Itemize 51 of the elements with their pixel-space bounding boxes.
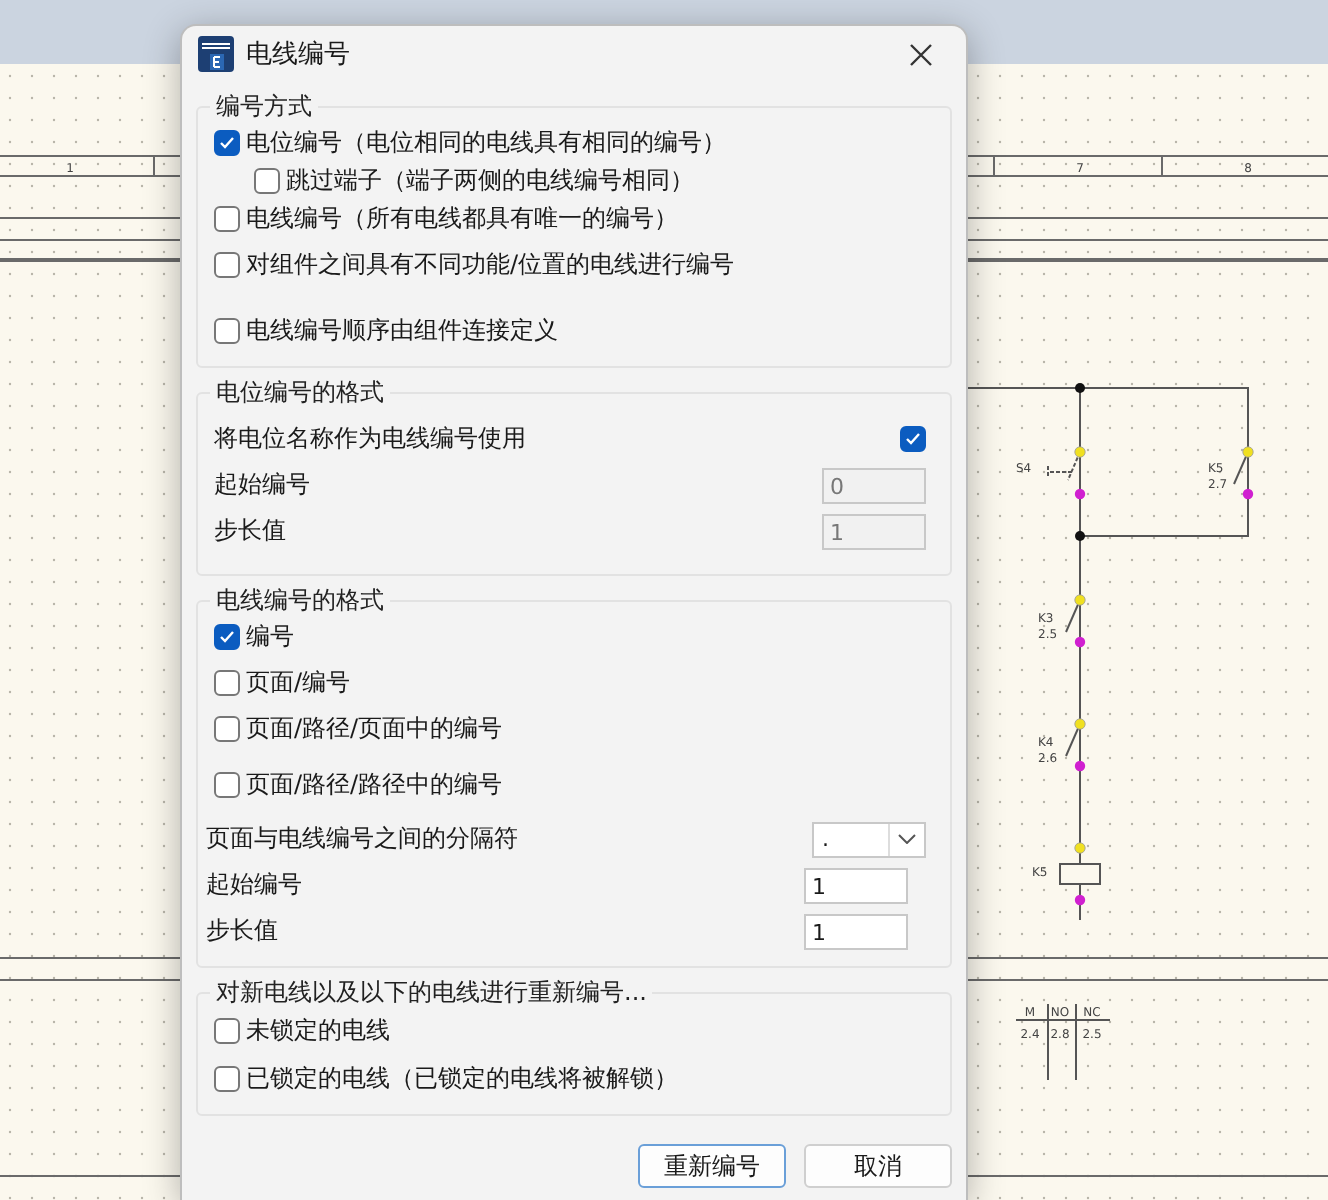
checkbox[interactable] — [214, 130, 240, 156]
dialog-button[interactable]: 重新编号 — [638, 1144, 786, 1188]
checkbox-label: 页面/路径/页面中的编号 — [246, 712, 503, 746]
window-title: 电线编号 — [246, 38, 352, 72]
checkbox[interactable] — [214, 252, 240, 278]
checkbox-label: 将电位名称作为电线编号使用 — [214, 421, 526, 455]
contact-symbol — [1065, 718, 1086, 772]
checkbox[interactable] — [254, 168, 280, 194]
checkbox-label: 对组件之间具有不同功能/位置的电线进行编号 — [246, 248, 735, 282]
checkbox[interactable] — [214, 206, 240, 232]
checkbox[interactable] — [900, 425, 926, 451]
checkbox-label: 未锁定的电线 — [246, 1013, 390, 1047]
checkbox-label: 电位编号（电位相同的电线具有相同的编号） — [246, 126, 726, 160]
checkbox[interactable] — [214, 318, 240, 344]
checkbox-label: 电线编号顺序由组件连接定义 — [246, 314, 558, 348]
checkbox-label: 编号 — [246, 620, 294, 654]
coil-symbol — [1059, 842, 1101, 906]
checkbox-label: 页面/路径/路径中的编号 — [246, 767, 503, 801]
checkbox[interactable] — [214, 1017, 240, 1043]
separator-dropdown[interactable]: . — [812, 821, 926, 857]
contact-symbol — [1233, 446, 1254, 500]
check-icon — [904, 429, 922, 447]
chevron-down-icon — [898, 834, 916, 844]
close-icon — [909, 43, 931, 65]
check-icon — [218, 134, 236, 152]
group-title: 电线编号的格式 — [210, 584, 390, 616]
group-title: 电位编号的格式 — [210, 376, 390, 408]
group-title: 编号方式 — [210, 90, 318, 122]
app-logo-icon — [198, 36, 234, 72]
checkbox[interactable] — [214, 716, 240, 742]
checkbox-label: 已锁定的电线（已锁定的电线将被解锁） — [246, 1061, 678, 1095]
checkbox-label: 页面/编号 — [246, 666, 351, 700]
checkbox[interactable] — [214, 670, 240, 696]
checkbox[interactable] — [214, 624, 240, 650]
field-label: 步长值 — [206, 914, 278, 948]
group-title: 对新电线以及以下的电线进行重新编号... — [210, 976, 653, 1008]
checkbox[interactable] — [214, 771, 240, 797]
contact-symbol — [1065, 594, 1086, 648]
field-label: 起始编号 — [206, 868, 302, 902]
checkbox[interactable] — [214, 1065, 240, 1091]
field-label: 步长值 — [214, 514, 286, 548]
input-field[interactable]: 1 — [804, 913, 908, 949]
dialog-button[interactable]: 取消 — [804, 1144, 952, 1188]
checkbox-label: 跳过端子（端子两侧的电线编号相同） — [286, 164, 694, 198]
contact-table-drawing — [1015, 1003, 1111, 1081]
check-icon — [218, 628, 236, 646]
contact-symbol — [1047, 446, 1086, 500]
input-field[interactable]: 1 — [804, 867, 908, 903]
field-label: 起始编号 — [214, 468, 310, 502]
field-label: 页面与电线编号之间的分隔符 — [206, 822, 518, 856]
checkbox-label: 电线编号（所有电线都具有唯一的编号） — [246, 202, 678, 236]
